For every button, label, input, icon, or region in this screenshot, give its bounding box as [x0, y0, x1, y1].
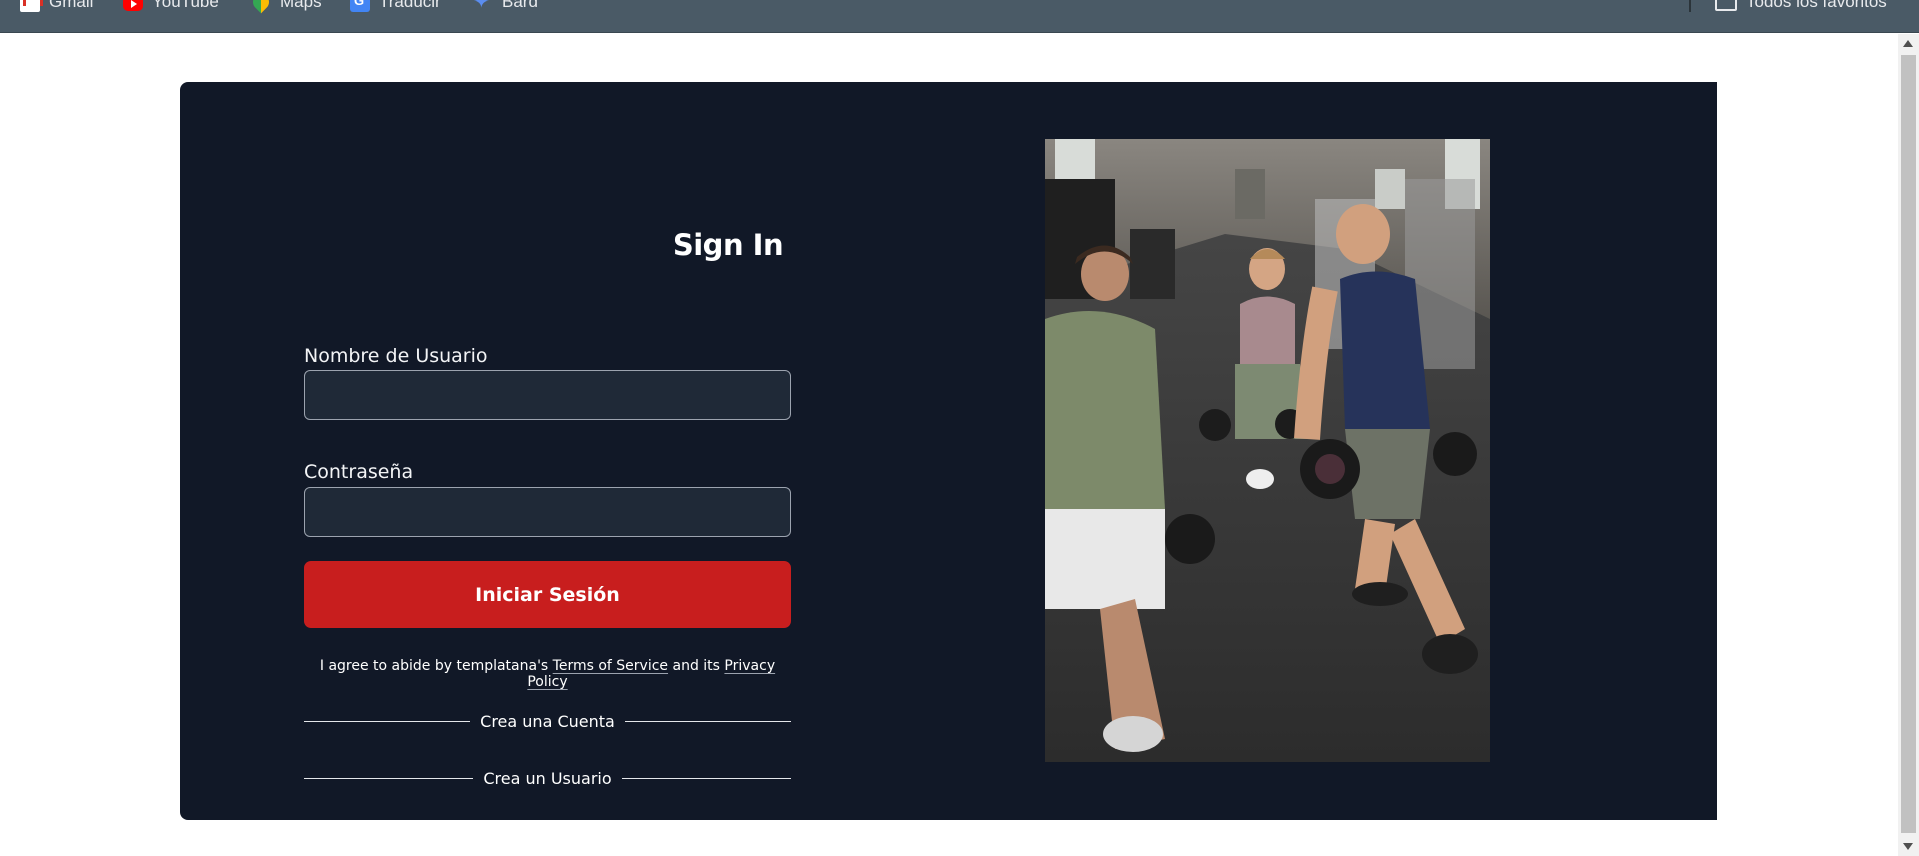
scroll-up-arrow-icon[interactable]: [1903, 40, 1913, 47]
bookmark-label: Gmail: [49, 0, 94, 11]
bookmark-traducir[interactable]: Traducir: [350, 0, 441, 12]
divider-line: [304, 720, 471, 722]
divider-line: [304, 777, 474, 779]
scrollbar-thumb[interactable]: [1901, 55, 1916, 833]
maps-icon: [249, 0, 273, 14]
login-card: Sign In Nombre de Usuario Contraseña Ini…: [180, 82, 1717, 820]
bard-icon: [473, 0, 493, 14]
divider-line: [624, 720, 791, 722]
create-user-link[interactable]: Crea un Usuario: [483, 769, 611, 788]
create-account-link[interactable]: Crea una Cuenta: [480, 712, 615, 731]
password-label: Contraseña: [304, 461, 414, 483]
terms-middle: and its: [668, 658, 725, 674]
bookmark-bard[interactable]: Bard: [473, 0, 538, 14]
terms-text: I agree to abide by templatana's Terms o…: [304, 658, 791, 690]
bookmark-label: Traducir: [379, 0, 441, 11]
divider-line: [621, 777, 791, 779]
bookmark-label: Maps: [280, 0, 322, 11]
bookmark-gmail[interactable]: Gmail: [20, 0, 93, 12]
bookmark-label: YouTube: [152, 0, 219, 11]
folder-icon: [1715, 0, 1737, 11]
vertical-scrollbar[interactable]: [1898, 34, 1919, 856]
bookmark-youtube[interactable]: YouTube: [123, 0, 219, 12]
gym-photo-illustration: [1045, 139, 1490, 762]
username-input[interactable]: [304, 370, 791, 420]
username-label: Nombre de Usuario: [304, 345, 488, 367]
all-bookmarks-button[interactable]: Todos los favoritos: [1715, 0, 1887, 12]
gym-photo: [1045, 139, 1490, 762]
sign-in-button[interactable]: Iniciar Sesión: [304, 561, 791, 628]
bookmarks-separator: [1689, 0, 1691, 12]
gmail-icon: [20, 0, 43, 12]
bookmark-maps[interactable]: Maps: [249, 0, 322, 14]
create-user-divider: Crea un Usuario: [304, 767, 791, 789]
page-title: Sign In: [672, 228, 784, 262]
bookmark-label: Bard: [502, 0, 538, 11]
translate-icon: [350, 0, 370, 12]
terms-prefix: I agree to abide by templatana's: [319, 658, 553, 674]
password-input[interactable]: [304, 487, 791, 537]
youtube-icon: [123, 0, 143, 11]
create-account-divider: Crea una Cuenta: [304, 710, 791, 732]
terms-of-service-link[interactable]: Terms of Service: [553, 658, 668, 674]
all-bookmarks-label: Todos los favoritos: [1746, 0, 1887, 11]
bookmarks-bar: Gmail YouTube Maps Traducir Bard Todos l…: [0, 0, 1919, 33]
scroll-down-arrow-icon[interactable]: [1903, 843, 1913, 850]
